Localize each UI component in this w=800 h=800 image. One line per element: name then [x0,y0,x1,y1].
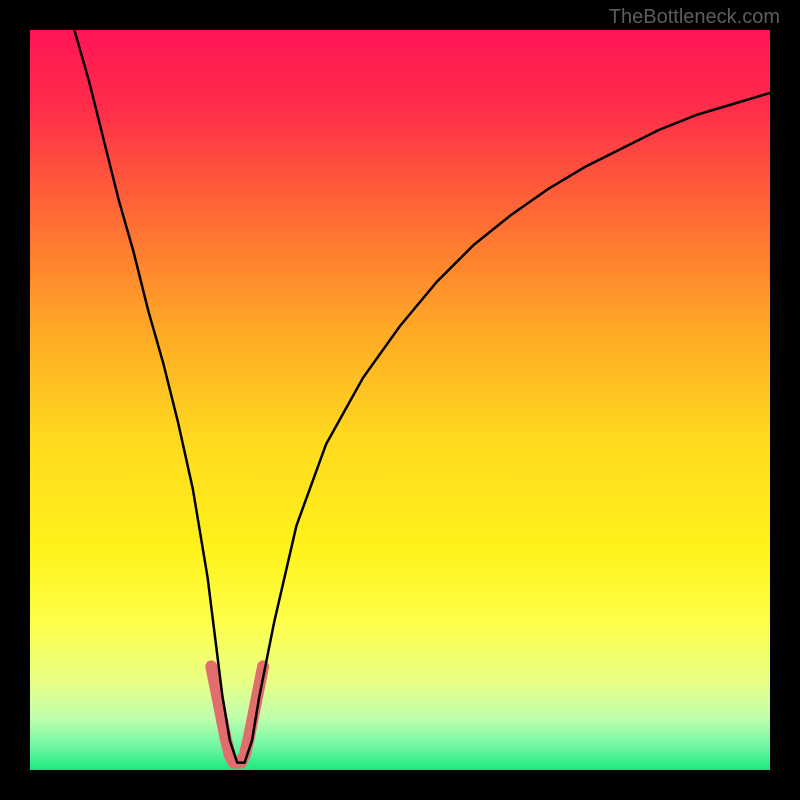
curve-layer [30,30,770,770]
chart-canvas [30,30,770,770]
watermark-text: TheBottleneck.com [609,6,780,29]
bottleneck-curve-path [74,30,770,763]
